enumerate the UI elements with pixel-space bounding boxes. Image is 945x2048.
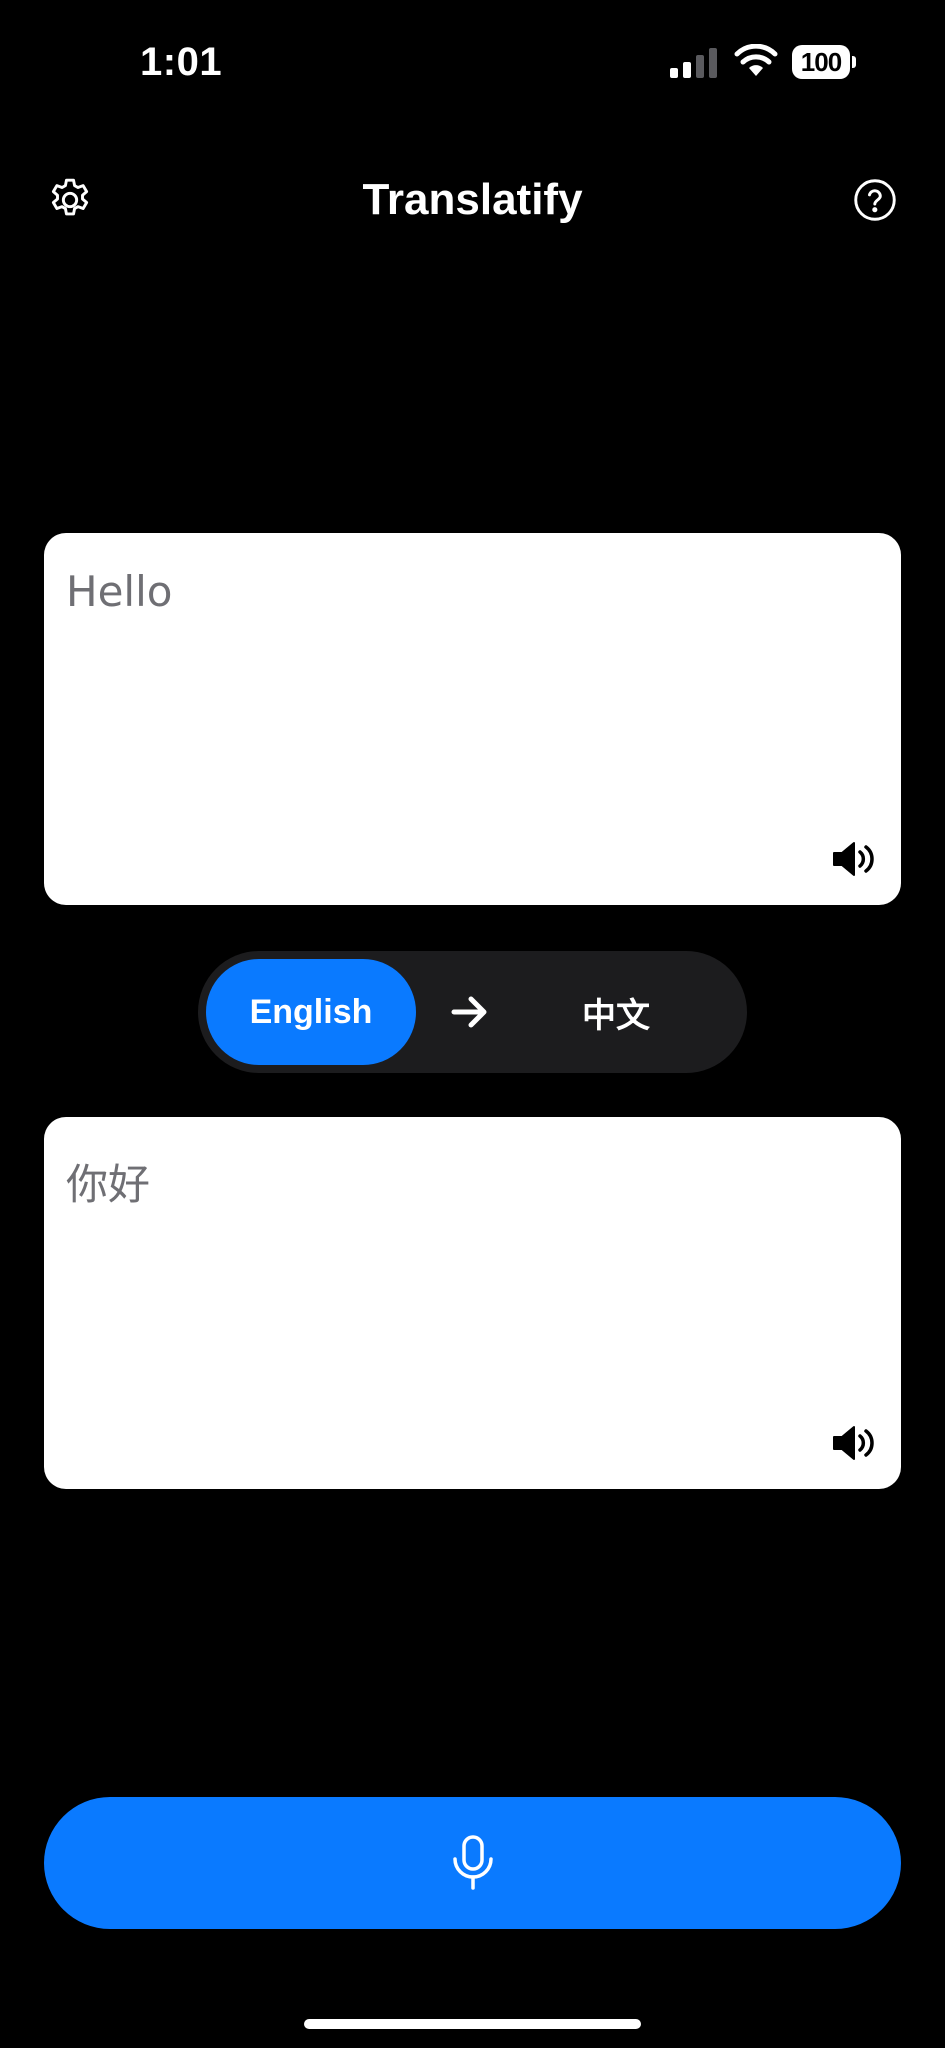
app-title: Translatify — [362, 175, 583, 224]
battery-level: 100 — [800, 46, 842, 77]
language-switcher: English 中文 — [198, 951, 747, 1073]
microphone-icon — [452, 1835, 493, 1890]
source-language-button[interactable]: English — [206, 959, 416, 1065]
swap-languages-button[interactable] — [451, 994, 489, 1030]
source-text-card[interactable]: Hello — [44, 533, 901, 905]
speaker-icon — [833, 842, 874, 876]
wifi-icon — [734, 43, 778, 83]
source-text[interactable]: Hello — [66, 567, 172, 616]
help-button[interactable] — [849, 174, 901, 226]
battery-icon: 100 — [792, 45, 856, 79]
source-speak-button[interactable] — [831, 839, 877, 879]
microphone-button[interactable] — [44, 1797, 901, 1929]
translated-text: 你好 — [66, 1160, 151, 1209]
arrow-right-icon — [451, 996, 487, 1028]
cellular-signal-icon — [670, 48, 718, 83]
battery-cap — [852, 56, 856, 68]
status-time: 1:01 — [140, 40, 223, 84]
home-indicator[interactable] — [304, 2019, 641, 2029]
question-circle-icon — [854, 179, 896, 221]
target-text-card: 你好 — [44, 1117, 901, 1489]
target-language-button[interactable]: 中文 — [516, 959, 716, 1065]
speaker-icon — [833, 1426, 874, 1460]
battery-body: 100 — [792, 45, 850, 79]
target-speak-button[interactable] — [831, 1423, 877, 1463]
app-screen: 1:01 100 Translatify Hello English 中文 你好 — [0, 0, 945, 2048]
